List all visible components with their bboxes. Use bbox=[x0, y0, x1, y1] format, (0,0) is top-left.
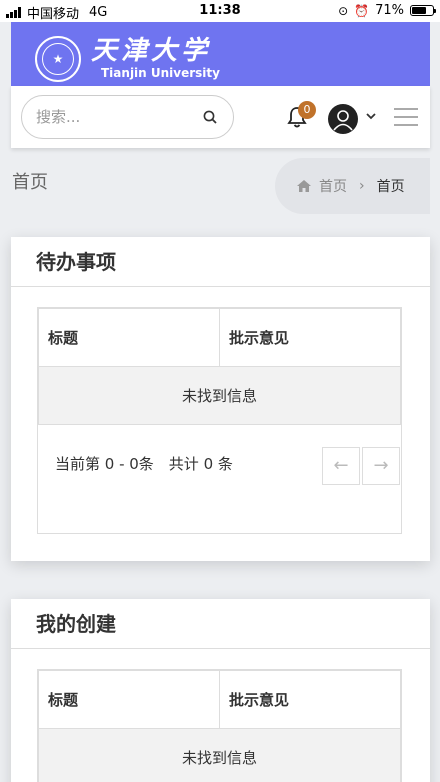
home-icon[interactable] bbox=[297, 180, 311, 192]
todo-card-title: 待办事项 bbox=[11, 237, 430, 287]
search-icon[interactable] bbox=[203, 110, 217, 124]
next-page-button[interactable]: → bbox=[362, 447, 400, 485]
chevron-down-icon[interactable] bbox=[366, 111, 376, 121]
column-header-comment[interactable]: 批示意见 bbox=[219, 308, 401, 367]
created-card: 我的创建 标题 批示意见 未找到信息 bbox=[11, 599, 430, 782]
prev-page-button[interactable]: ← bbox=[322, 447, 360, 485]
empty-message: 未找到信息 bbox=[38, 366, 401, 425]
alarm-icon: ⏰ bbox=[354, 3, 370, 18]
breadcrumb-home-link[interactable]: 首页 bbox=[319, 176, 347, 196]
created-table-container: 标题 批示意见 未找到信息 bbox=[37, 669, 402, 782]
breadcrumb: 首页 › 首页 bbox=[275, 158, 430, 214]
avatar-icon[interactable] bbox=[328, 104, 358, 134]
logo-chinese: 天津大学 bbox=[91, 36, 212, 66]
top-toolbar: 0 bbox=[11, 86, 430, 148]
search-input[interactable] bbox=[36, 106, 196, 128]
battery-icon bbox=[410, 5, 436, 16]
table-row: 未找到信息 bbox=[38, 366, 401, 425]
university-banner: ★ 天津大学 Tianjin University bbox=[11, 22, 430, 86]
university-seal-logo: ★ bbox=[35, 36, 81, 82]
todo-table: 标题 批示意见 未找到信息 bbox=[38, 308, 401, 425]
battery-label: 71% bbox=[375, 3, 404, 18]
battery-fill bbox=[412, 7, 427, 14]
column-header-title[interactable]: 标题 bbox=[38, 670, 220, 729]
column-header-comment[interactable]: 批示意见 bbox=[219, 670, 401, 729]
todo-table-container: 标题 批示意见 未找到信息 当前第 0 - 0条 共计 0 条 ← → bbox=[37, 307, 402, 534]
status-bar: 中国移动 4G 11:38 ⊙ ⏰ 71% bbox=[0, 0, 440, 22]
menu-icon[interactable] bbox=[394, 108, 418, 126]
logo-english: Tianjin University bbox=[101, 66, 220, 80]
table-row: 未找到信息 bbox=[38, 728, 401, 782]
breadcrumb-current: 首页 bbox=[376, 179, 405, 195]
pagination-summary: 当前第 0 - 0条 共计 0 条 bbox=[55, 455, 233, 473]
breadcrumb-separator: › bbox=[359, 178, 365, 194]
table-header-row: 标题 批示意见 bbox=[38, 308, 401, 367]
todo-card: 待办事项 标题 批示意见 未找到信息 当前第 0 - 0条 共计 0 条 ← → bbox=[11, 237, 430, 561]
search-box[interactable] bbox=[21, 95, 234, 139]
created-card-title: 我的创建 bbox=[11, 599, 430, 649]
pagination: 当前第 0 - 0条 共计 0 条 ← → bbox=[38, 425, 401, 533]
notification-badge: 0 bbox=[298, 101, 316, 119]
empty-message: 未找到信息 bbox=[38, 728, 401, 782]
orientation-lock-icon: ⊙ bbox=[338, 3, 349, 18]
page-title: 首页 bbox=[12, 172, 48, 193]
column-header-title[interactable]: 标题 bbox=[38, 308, 220, 367]
created-table: 标题 批示意见 未找到信息 bbox=[38, 670, 401, 782]
table-header-row: 标题 批示意见 bbox=[38, 670, 401, 729]
